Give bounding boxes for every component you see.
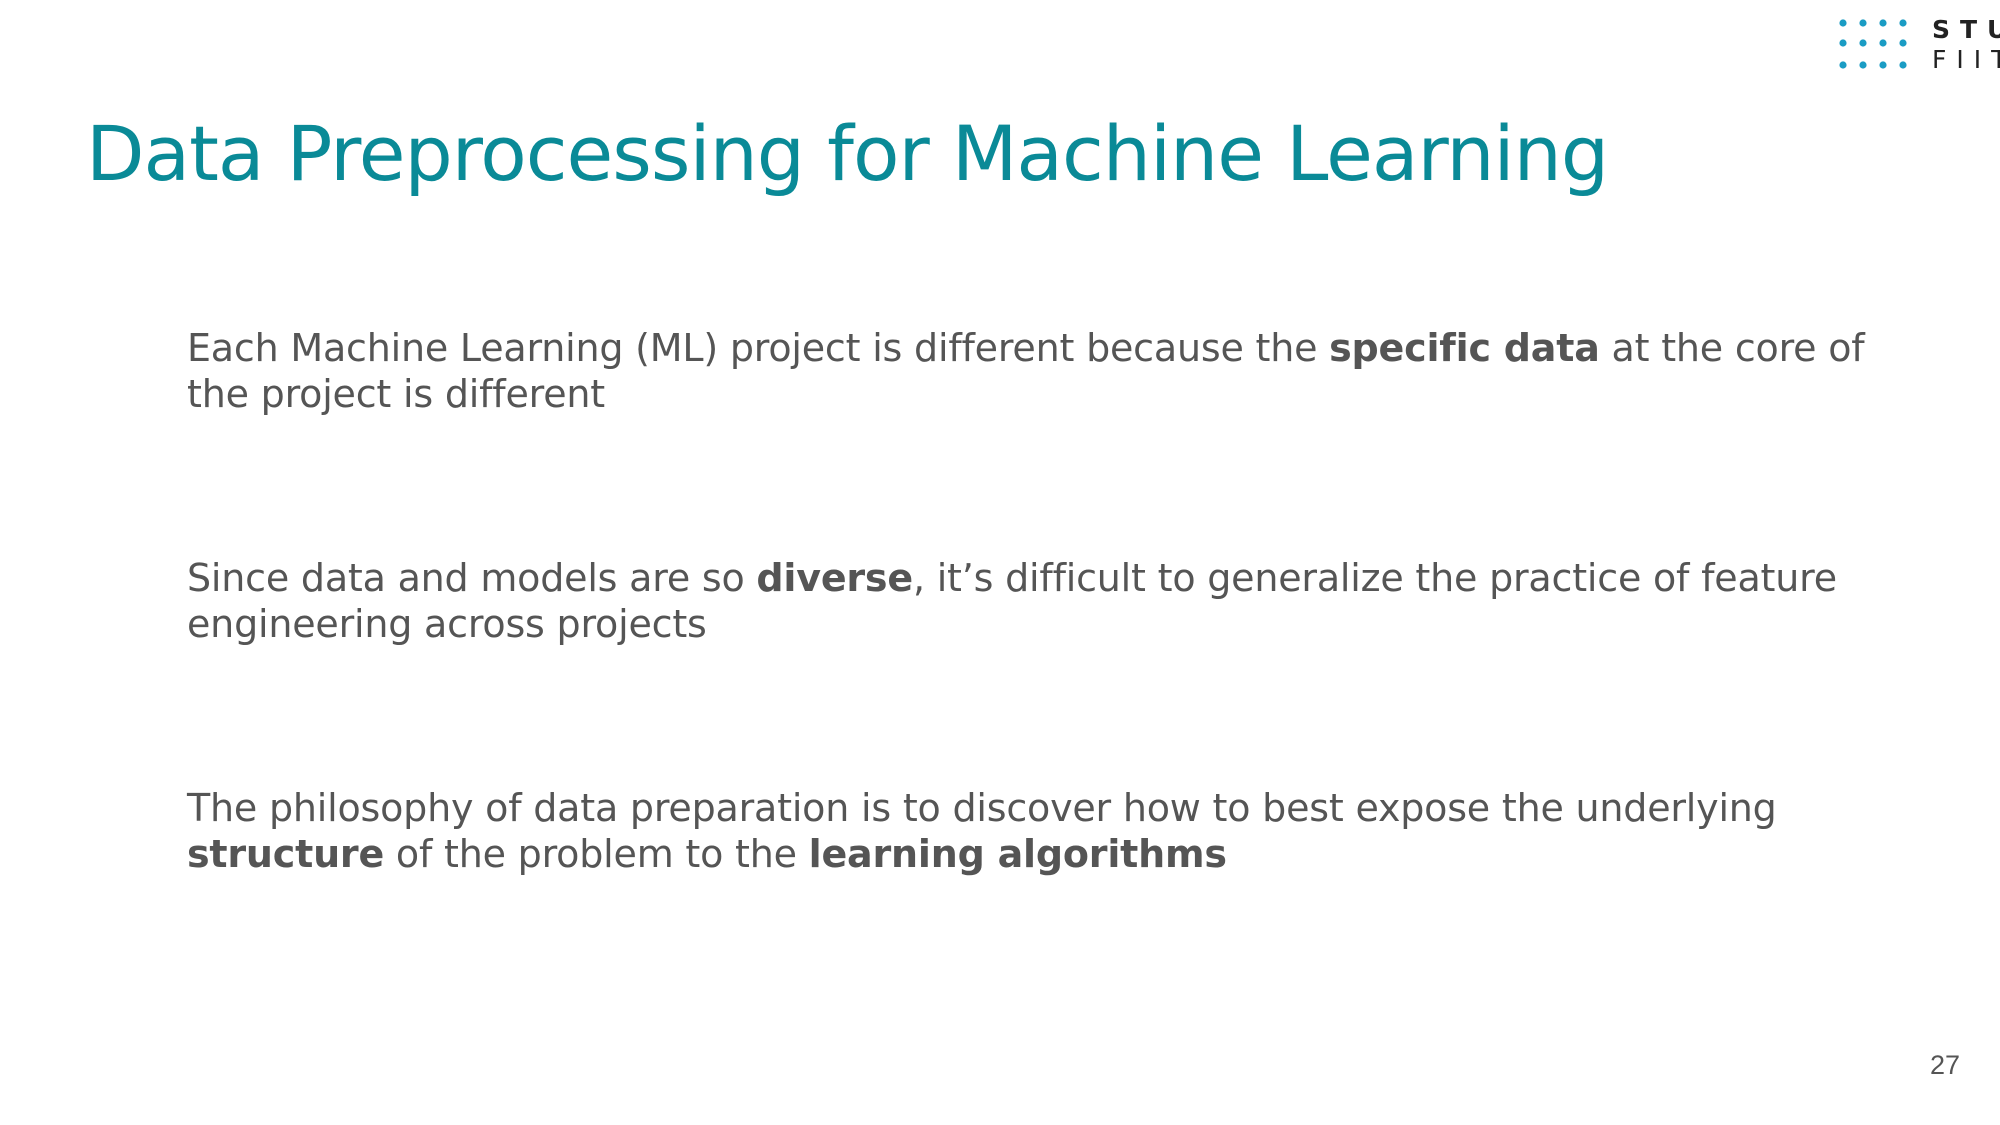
paragraph-2-text-a: Since data and models are so <box>187 556 757 600</box>
logo-dot <box>1839 19 1847 27</box>
logo-dot <box>1879 39 1887 47</box>
logo-dot <box>1879 19 1887 27</box>
paragraph-1: Each Machine Learning (ML) project is di… <box>187 325 1927 417</box>
logo-line-2: FIIT <box>1932 45 2000 74</box>
logo-dot <box>1879 61 1887 69</box>
paragraph-1-emphasis: specific data <box>1329 326 1600 370</box>
page-number: 27 <box>1929 1050 1960 1080</box>
paragraph-3-text-a: The philosophy of data preparation is to… <box>187 786 1777 830</box>
logo-dot <box>1859 39 1867 47</box>
logo-line-1: STU <box>1932 15 2000 44</box>
paragraph-3-text-b: of the problem to the <box>384 832 809 876</box>
paragraph-3-emphasis-2: learning algorithms <box>808 832 1227 876</box>
paragraph-2: Since data and models are so diverse, it… <box>187 555 1927 647</box>
paragraph-1-text-a: Each Machine Learning (ML) project is di… <box>187 326 1330 370</box>
logo-dot <box>1899 61 1907 69</box>
slide-title: Data Preprocessing for Machine Learning <box>86 109 1609 198</box>
paragraph-3-emphasis-1: structure <box>187 832 385 876</box>
slide-body: Each Machine Learning (ML) project is di… <box>187 325 1927 1015</box>
paragraph-3: The philosophy of data preparation is to… <box>187 785 1927 877</box>
logo-dot <box>1859 61 1867 69</box>
logo-dot <box>1899 39 1907 47</box>
logo-dots-icon <box>1839 19 1907 69</box>
logo-dot <box>1859 19 1867 27</box>
logo-dot <box>1839 39 1847 47</box>
stu-fiit-logo: STU FIIT <box>1838 16 2000 72</box>
paragraph-2-emphasis: diverse <box>756 556 913 600</box>
logo-dot <box>1839 61 1847 69</box>
logo-dot <box>1899 19 1907 27</box>
